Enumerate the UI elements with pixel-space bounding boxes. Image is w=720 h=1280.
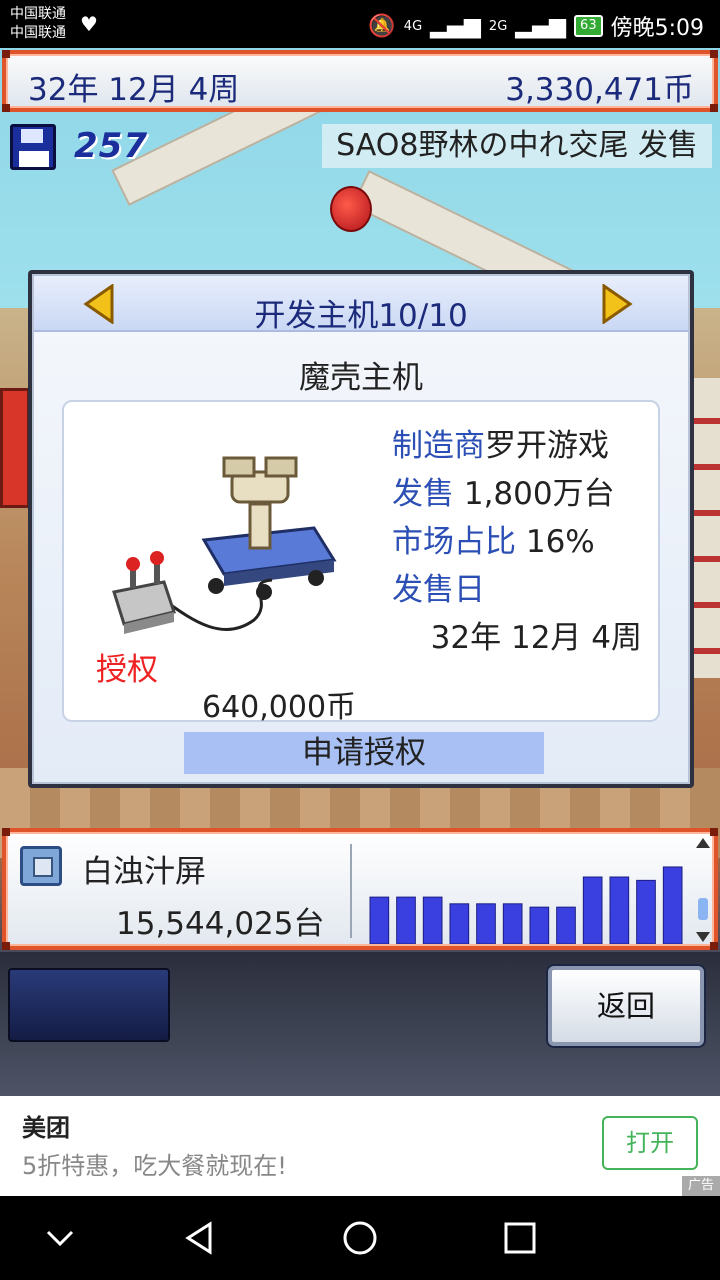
license-price: 640,000币 [202, 690, 357, 725]
corner-rivet [2, 50, 10, 58]
mute-icon: 🔕 [368, 13, 396, 39]
carrier-1: 中国联通 [10, 6, 66, 22]
spec-key-sales: 发售 [392, 476, 454, 512]
product-units-sold: 15,544,025台 [116, 906, 325, 942]
divider [350, 844, 352, 938]
home-icon[interactable] [340, 1218, 380, 1258]
sales-bar [449, 903, 470, 944]
corner-rivet [710, 104, 718, 112]
spec-key-share: 市场占比 [392, 524, 516, 560]
scroll-up-icon[interactable] [696, 838, 710, 848]
sales-panel: 白浊汁屏 15,544,025台 [2, 828, 718, 950]
status-indicators: 🔕 4G ▂▄▆ 2G ▂▄▆ 63 傍晚5:09 [368, 10, 704, 42]
console-dialog: 开发主机10/10 魔壳主机 制造商罗开游戏 发售 1,800万台 市场占比 1… [28, 270, 694, 788]
license-label: 授权 [96, 652, 158, 688]
ad-banner[interactable]: 美团 5折特惠，吃大餐就现在! 打开 广告 [0, 1096, 720, 1196]
network-2g: 2G [488, 18, 508, 34]
sales-bar [502, 903, 523, 944]
lantern-icon [330, 186, 372, 232]
ad-title: 美团 [22, 1114, 70, 1142]
recents-icon[interactable] [500, 1218, 540, 1258]
health-heart-icon: ♥ [80, 12, 98, 36]
vending-machine [0, 388, 30, 508]
signal-icon: ▂▄▆ [430, 13, 481, 39]
scroll-thumb[interactable] [698, 898, 708, 920]
spec-val-share: 16% [516, 524, 595, 560]
signal-2-icon: ▂▄▆ [515, 13, 567, 39]
scroll-down-icon[interactable] [696, 932, 710, 942]
dialog-header: 开发主机10/10 [34, 276, 688, 334]
sales-bar [582, 876, 603, 944]
corner-rivet [710, 942, 718, 950]
sales-bar [636, 879, 656, 944]
spec-key-maker: 制造商 [392, 428, 485, 464]
sales-bar [609, 876, 630, 944]
sales-bar [529, 906, 550, 944]
status-bar: 中国联通 中国联通 ♥ 🔕 4G ▂▄▆ 2G ▂▄▆ 63 傍晚5:09 [0, 0, 720, 48]
spec-row: 发售日 [392, 566, 642, 614]
back-button[interactable]: 返回 [548, 966, 704, 1046]
corner-rivet [2, 104, 10, 112]
release-date: 32年 12月 4周 [430, 620, 642, 656]
sales-bar [422, 896, 443, 944]
sales-bar-chart [369, 866, 683, 944]
spec-key-release: 发售日 [392, 572, 485, 608]
menu-slot-button[interactable] [8, 968, 170, 1042]
console-specs: 制造商罗开游戏 发售 1,800万台 市场占比 16% 发售日 32年 12月 … [392, 422, 642, 662]
product-name: 白浊汁屏 [82, 854, 206, 890]
chevron-down-icon[interactable] [40, 1218, 80, 1258]
ad-open-button[interactable]: 打开 [602, 1116, 698, 1170]
save-row: 257 SAO8野林の中れ交尾 发售 [8, 122, 718, 172]
console-illustration-icon [112, 456, 337, 634]
spec-row: 发售 1,800万台 [392, 470, 642, 518]
carrier-info: 中国联通 中国联通 [10, 5, 66, 43]
back-nav-icon[interactable] [180, 1218, 220, 1258]
system-nav-bar [0, 1196, 720, 1280]
sales-bar [476, 903, 496, 944]
next-arrow-icon[interactable] [600, 283, 634, 325]
spec-val-maker: 罗开游戏 [485, 428, 609, 464]
chart-scrollbar[interactable] [696, 838, 710, 942]
dialog-title: 开发主机10/10 [254, 298, 468, 334]
sales-bar [556, 906, 576, 944]
sales-bar [396, 896, 416, 944]
clock: 傍晚5:09 [610, 16, 704, 41]
battery-level: 63 [574, 15, 603, 37]
control-bar: 返回 [0, 952, 720, 1096]
spec-row: 市场占比 16% [392, 518, 642, 566]
ad-tag: 广告 [681, 1176, 720, 1196]
game-date: 32年 12月 4周 [28, 72, 240, 108]
network-4g: 4G [403, 18, 423, 34]
sales-bar [369, 896, 390, 944]
floppy-icon[interactable] [10, 124, 56, 170]
sales-bar [662, 866, 683, 944]
dialog-body: 开发主机10/10 魔壳主机 制造商罗开游戏 发售 1,800万台 市场占比 1… [32, 274, 690, 784]
spec-val-sales: 1,800万台 [454, 476, 615, 512]
ad-description: 5折特惠，吃大餐就现在! [22, 1152, 287, 1180]
apply-license-button[interactable]: 申请授权 [184, 732, 544, 774]
save-count: 257 [74, 126, 148, 166]
console-name: 魔壳主机 [299, 360, 423, 396]
product-icon [20, 846, 62, 886]
spec-row: 制造商罗开游戏 [392, 422, 642, 470]
money-balance: 3,330,471币 [505, 72, 694, 108]
carrier-2: 中国联通 [10, 25, 66, 41]
news-headline: SAO8野林の中れ交尾 发售 [322, 124, 712, 168]
corner-rivet [2, 828, 10, 836]
corner-rivet [710, 50, 718, 58]
console-info-panel: 制造商罗开游戏 发售 1,800万台 市场占比 16% 发售日 32年 12月 … [62, 400, 660, 725]
shelf [690, 378, 720, 678]
corner-rivet [710, 828, 718, 836]
date-money-bar: 32年 12月 4周 3,330,471币 [2, 50, 718, 112]
corner-rivet [2, 942, 10, 950]
